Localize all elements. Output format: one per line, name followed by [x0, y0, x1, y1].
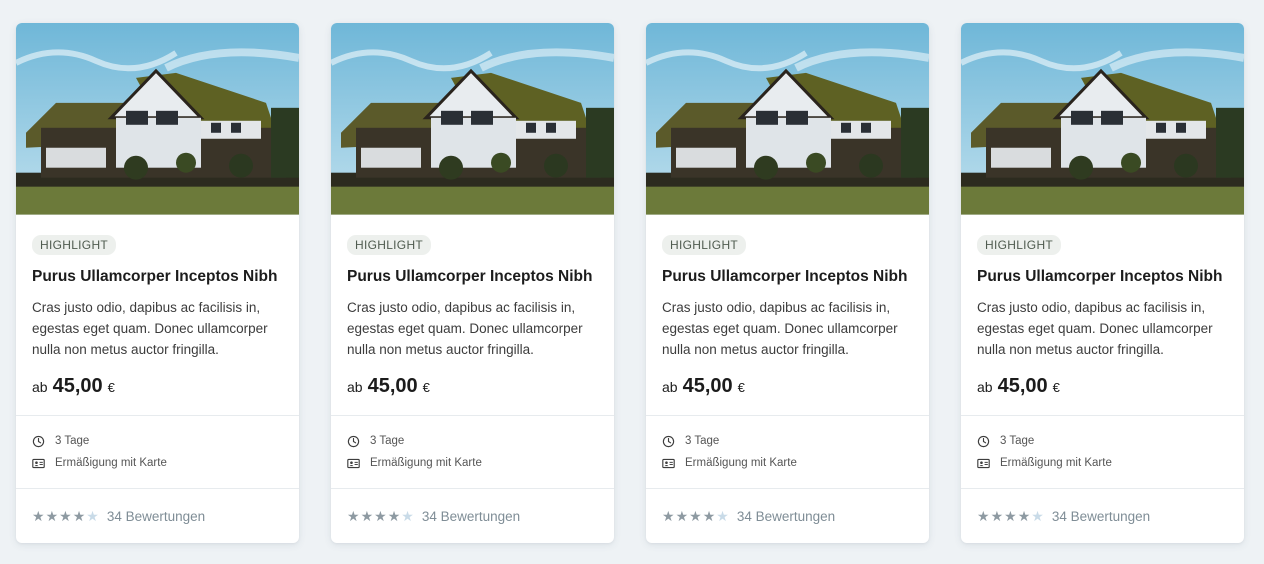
star-icon: ★	[662, 508, 675, 525]
reviews-count[interactable]: 34 Bewertungen	[422, 509, 520, 524]
id-card-icon	[977, 458, 990, 468]
star-icon: ★	[675, 508, 689, 525]
discount-row: Ermäßigung mit Karte	[977, 456, 1228, 470]
star-icon: ★	[374, 508, 387, 525]
star-icon: ★	[401, 508, 414, 525]
star-rating: ★ ★ ★ ★ ★	[32, 509, 99, 523]
duration-row: 3 Tage	[32, 434, 283, 448]
star-icon: ★	[702, 508, 716, 525]
price: ab 45,00 €	[32, 375, 283, 398]
card-image[interactable]	[646, 23, 929, 215]
product-card[interactable]: HIGHLIGHT Purus Ullamcorper Inceptos Nib…	[646, 23, 929, 543]
star-icon: ★	[347, 508, 360, 525]
star-icon: ★	[990, 508, 1004, 525]
card-meta: 3 Tage Ermäßigung mit Karte	[961, 416, 1244, 488]
reviews-count[interactable]: 34 Bewertungen	[107, 509, 205, 524]
discount-text: Ermäßigung mit Karte	[370, 457, 482, 470]
star-icon: ★	[45, 508, 59, 525]
star-rating: ★ ★ ★ ★ ★	[977, 509, 1044, 523]
card-image[interactable]	[331, 23, 614, 215]
duration-text: 3 Tage	[55, 435, 90, 448]
price-currency: €	[1052, 379, 1060, 395]
clock-icon	[662, 435, 675, 447]
clock-icon	[32, 435, 45, 447]
card-title[interactable]: Purus Ullamcorper Inceptos Nibh	[977, 267, 1228, 287]
price-amount: 45,00	[682, 374, 733, 397]
star-icon: ★	[689, 508, 702, 525]
star-rating: ★ ★ ★ ★ ★	[347, 509, 414, 523]
duration-row: 3 Tage	[347, 434, 598, 448]
price-prefix: ab	[977, 378, 993, 395]
card-title[interactable]: Purus Ullamcorper Inceptos Nibh	[32, 267, 283, 287]
discount-row: Ermäßigung mit Karte	[347, 456, 598, 470]
price: ab 45,00 €	[977, 375, 1228, 398]
price: ab 45,00 €	[662, 375, 913, 398]
card-description: Cras justo odio, dapibus ac facilisis in…	[347, 299, 583, 357]
star-icon: ★	[387, 508, 401, 525]
product-card[interactable]: HIGHLIGHT Purus Ullamcorper Inceptos Nib…	[961, 23, 1244, 543]
card-meta: 3 Tage Ermäßigung mit Karte	[646, 416, 929, 488]
id-card-icon	[347, 458, 360, 468]
id-card-icon	[32, 458, 45, 468]
price-prefix: ab	[662, 378, 678, 395]
price-currency: €	[422, 379, 430, 395]
price-prefix: ab	[347, 378, 363, 395]
price-currency: €	[737, 379, 745, 395]
highlight-badge: HIGHLIGHT	[977, 234, 1062, 255]
price: ab 45,00 €	[347, 375, 598, 398]
star-icon: ★	[86, 508, 99, 525]
card-image[interactable]	[961, 23, 1244, 215]
star-icon: ★	[32, 508, 45, 525]
duration-text: 3 Tage	[370, 435, 405, 448]
highlight-badge: HIGHLIGHT	[347, 234, 432, 255]
star-icon: ★	[59, 508, 72, 525]
price-prefix: ab	[32, 378, 48, 395]
discount-text: Ermäßigung mit Karte	[1000, 457, 1112, 470]
price-currency: €	[107, 379, 115, 395]
duration-text: 3 Tage	[1000, 435, 1035, 448]
price-amount: 45,00	[52, 374, 103, 397]
card-image[interactable]	[16, 23, 299, 215]
highlight-badge: HIGHLIGHT	[32, 234, 117, 255]
card-description: Cras justo odio, dapibus ac facilisis in…	[662, 299, 898, 357]
card-meta: 3 Tage Ermäßigung mit Karte	[16, 416, 299, 488]
highlight-badge: HIGHLIGHT	[662, 234, 747, 255]
id-card-icon	[662, 458, 675, 468]
reviews-count[interactable]: 34 Bewertungen	[737, 509, 835, 524]
price-amount: 45,00	[997, 374, 1048, 397]
card-description: Cras justo odio, dapibus ac facilisis in…	[977, 299, 1213, 357]
discount-text: Ermäßigung mit Karte	[55, 457, 167, 470]
star-icon: ★	[716, 508, 729, 525]
star-icon: ★	[977, 508, 990, 525]
rating[interactable]: ★ ★ ★ ★ ★ 34 Bewertungen	[961, 489, 1244, 543]
duration-row: 3 Tage	[662, 434, 913, 448]
rating[interactable]: ★ ★ ★ ★ ★ 34 Bewertungen	[331, 489, 614, 543]
rating[interactable]: ★ ★ ★ ★ ★ 34 Bewertungen	[646, 489, 929, 543]
card-title[interactable]: Purus Ullamcorper Inceptos Nibh	[662, 267, 913, 287]
star-icon: ★	[72, 508, 86, 525]
star-icon: ★	[1031, 508, 1044, 525]
product-card[interactable]: HIGHLIGHT Purus Ullamcorper Inceptos Nib…	[331, 23, 614, 543]
clock-icon	[977, 435, 990, 447]
reviews-count[interactable]: 34 Bewertungen	[1052, 509, 1150, 524]
star-rating: ★ ★ ★ ★ ★	[662, 509, 729, 523]
card-meta: 3 Tage Ermäßigung mit Karte	[331, 416, 614, 488]
star-icon: ★	[360, 508, 374, 525]
discount-text: Ermäßigung mit Karte	[685, 457, 797, 470]
card-description: Cras justo odio, dapibus ac facilisis in…	[32, 299, 268, 357]
discount-row: Ermäßigung mit Karte	[662, 456, 913, 470]
duration-text: 3 Tage	[685, 435, 720, 448]
product-card[interactable]: HIGHLIGHT Purus Ullamcorper Inceptos Nib…	[16, 23, 299, 543]
card-title[interactable]: Purus Ullamcorper Inceptos Nibh	[347, 267, 598, 287]
clock-icon	[347, 435, 360, 447]
discount-row: Ermäßigung mit Karte	[32, 456, 283, 470]
star-icon: ★	[1004, 508, 1017, 525]
duration-row: 3 Tage	[977, 434, 1228, 448]
card-grid: HIGHLIGHT Purus Ullamcorper Inceptos Nib…	[16, 23, 1244, 543]
price-amount: 45,00	[367, 374, 418, 397]
rating[interactable]: ★ ★ ★ ★ ★ 34 Bewertungen	[16, 489, 299, 543]
star-icon: ★	[1017, 508, 1031, 525]
